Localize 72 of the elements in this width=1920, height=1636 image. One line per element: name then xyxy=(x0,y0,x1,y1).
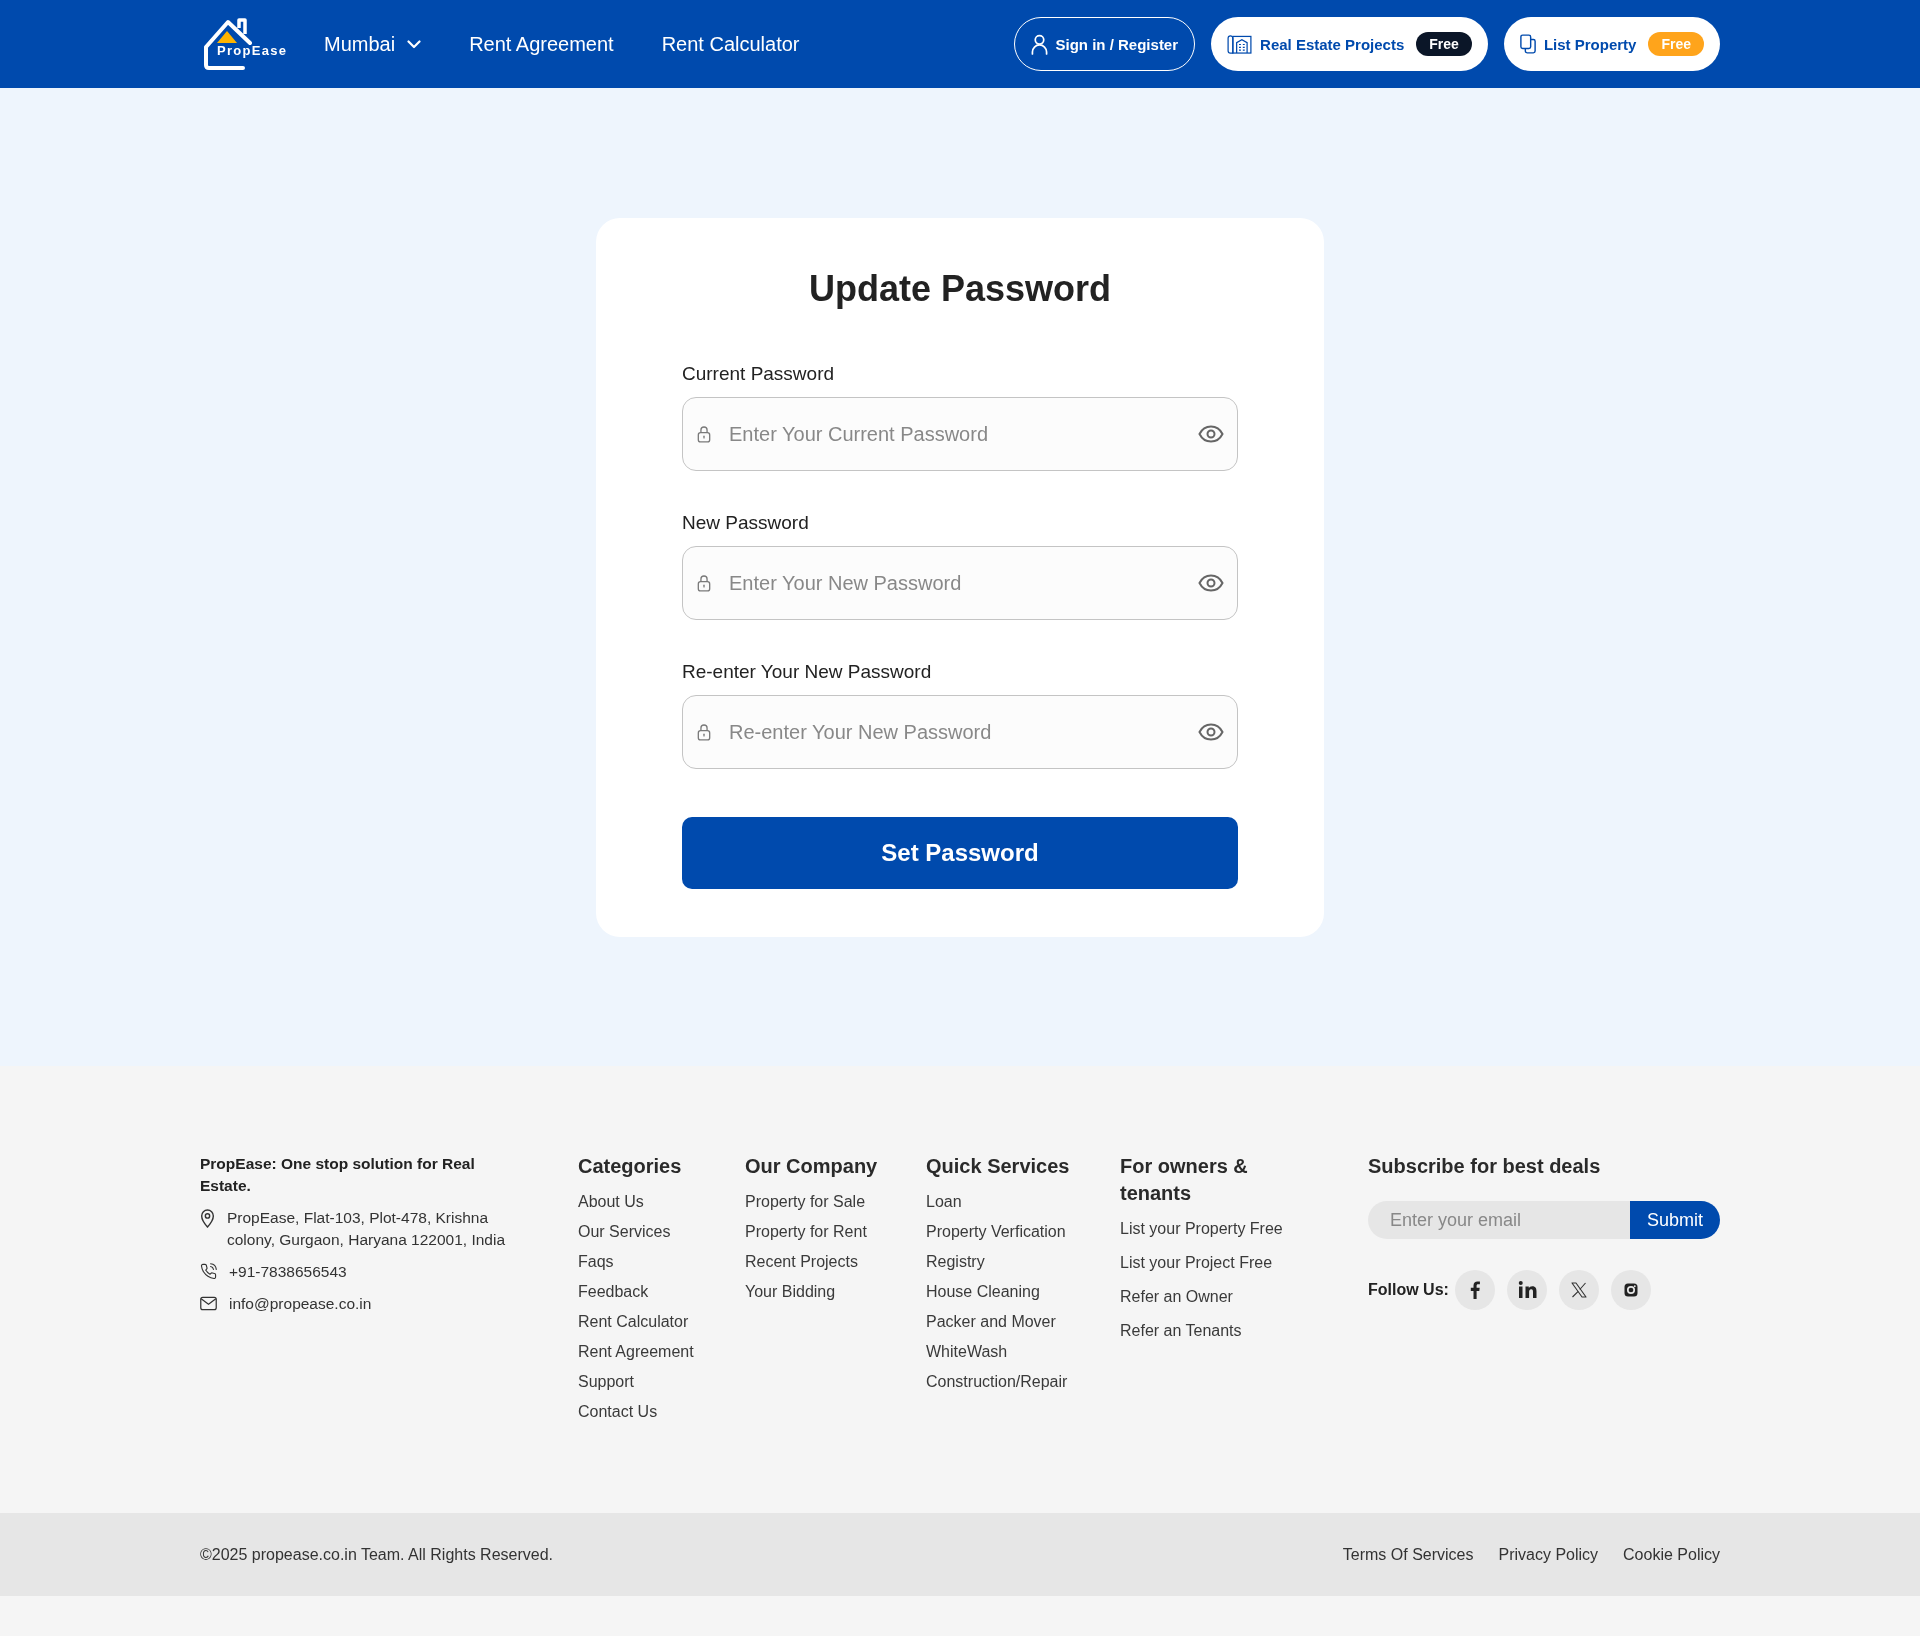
footer-link[interactable]: Construction/Repair xyxy=(926,1372,1068,1392)
documents-icon xyxy=(1519,34,1536,54)
mail-icon xyxy=(200,1295,217,1312)
x-logo-icon[interactable] xyxy=(1558,1270,1599,1310)
instagram-icon[interactable] xyxy=(1610,1270,1651,1310)
field-label: Re-enter Your New Password xyxy=(682,660,932,684)
footer-link[interactable]: Faqs xyxy=(578,1252,614,1272)
eye-icon[interactable] xyxy=(1198,574,1224,592)
policy-link[interactable]: Privacy Policy xyxy=(1498,1545,1599,1564)
location-pin-icon xyxy=(200,1209,215,1228)
email-field[interactable]: Enter your email xyxy=(1368,1201,1630,1239)
footer-link[interactable]: Refer an Owner xyxy=(1120,1287,1233,1307)
free-badge: Free xyxy=(1416,32,1472,56)
field-label: New Password xyxy=(682,511,809,535)
city-selector[interactable]: Mumbai xyxy=(324,32,422,56)
footer-link[interactable]: About Us xyxy=(578,1192,644,1212)
password-field[interactable]: Re-enter Your New Password xyxy=(682,695,1238,769)
logo-link[interactable]: PropEase xyxy=(204,17,296,71)
lock-icon xyxy=(697,425,711,443)
lock-icon xyxy=(697,723,711,741)
column-heading: For owners & tenants xyxy=(1120,1154,1249,1206)
policy-link[interactable]: Cookie Policy xyxy=(1623,1545,1720,1564)
submit-button[interactable]: Submit xyxy=(1630,1201,1720,1239)
eye-icon[interactable] xyxy=(1198,723,1224,741)
footer-link[interactable]: Rent Agreement xyxy=(578,1342,694,1362)
header-button[interactable]: List Property Free xyxy=(1503,17,1720,71)
building-plan-icon xyxy=(1227,34,1253,54)
phone-link[interactable]: +91-7838656543 xyxy=(229,1261,347,1283)
footer-link[interactable]: Property for Sale xyxy=(745,1192,866,1212)
footer-link[interactable]: Property Verfication xyxy=(926,1222,1066,1242)
copyright-text: ©2025 propease.co.in Team. All Rights Reserved. xyxy=(200,1545,554,1564)
footer-link[interactable]: House Cleaning xyxy=(926,1282,1040,1302)
footer-link[interactable]: Refer an Tenants xyxy=(1120,1321,1242,1341)
footer-link[interactable]: Rent Calculator xyxy=(578,1312,689,1332)
field-label: Current Password xyxy=(682,362,835,386)
facebook-icon[interactable] xyxy=(1454,1270,1495,1310)
nav-link[interactable]: Rent Calculator xyxy=(661,32,800,56)
footer-link[interactable]: Registry xyxy=(926,1252,985,1272)
footer-link[interactable]: Support xyxy=(578,1372,635,1392)
email-link[interactable]: info@propease.co.in xyxy=(229,1293,372,1315)
linkedin-icon[interactable] xyxy=(1506,1270,1547,1310)
password-field[interactable]: Enter Your New Password xyxy=(682,546,1238,620)
lock-icon xyxy=(697,574,711,592)
footer-link[interactable]: List your Project Free xyxy=(1120,1253,1273,1273)
address-text: PropEase, Flat-103, Plot-478, Krishna colony, Gurgaon, Haryana 122001, India xyxy=(227,1208,507,1250)
password-field[interactable]: Enter Your Current Password xyxy=(682,397,1238,471)
footer-link[interactable]: Feedback xyxy=(578,1282,649,1302)
footer-link[interactable]: Recent Projects xyxy=(745,1252,858,1272)
footer-link[interactable]: Your Bidding xyxy=(745,1282,836,1302)
chevron-down-icon xyxy=(407,39,422,49)
user-icon xyxy=(1030,33,1048,55)
footer-link[interactable]: Packer and Mover xyxy=(926,1312,1056,1332)
column-heading: Our Company xyxy=(745,1154,879,1179)
footer-link[interactable]: Our Services xyxy=(578,1222,671,1242)
footer-link[interactable]: WhiteWash xyxy=(926,1342,1008,1362)
phone-icon xyxy=(200,1263,217,1280)
footer-link[interactable]: List your Property Free xyxy=(1120,1219,1283,1239)
column-heading: Quick Services xyxy=(926,1154,1071,1179)
policy-link[interactable]: Terms Of Services xyxy=(1342,1545,1474,1564)
column-heading: Subscribe for best deals xyxy=(1368,1154,1602,1179)
footer-link[interactable]: Property for Rent xyxy=(745,1222,867,1242)
free-badge: Free xyxy=(1648,32,1704,56)
footer-link[interactable]: Contact Us xyxy=(578,1402,658,1422)
form-title: Update Password xyxy=(807,267,1113,311)
header-button[interactable]: Real Estate Projects Free xyxy=(1211,17,1488,71)
eye-icon[interactable] xyxy=(1198,425,1224,443)
column-heading: Categories xyxy=(578,1154,683,1179)
footer-tagline: PropEase: One stop solution for Real Estate. xyxy=(200,1154,476,1196)
follow-us-label: Follow Us: xyxy=(1368,1281,1449,1299)
nav-link[interactable]: Rent Agreement xyxy=(469,32,614,56)
set-password-button[interactable]: Set Password xyxy=(682,817,1238,889)
footer-link[interactable]: Loan xyxy=(926,1192,962,1212)
